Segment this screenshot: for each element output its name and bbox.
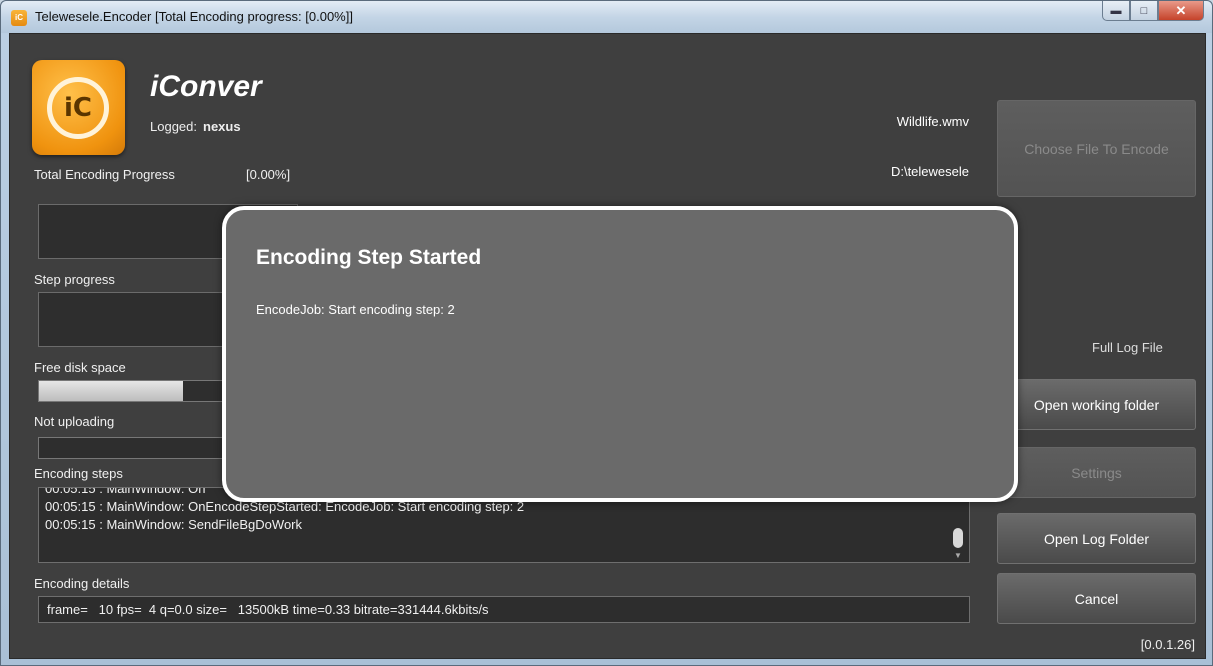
window-title: Telewesele.Encoder [Total Encoding progr… [35,9,353,24]
maximize-icon: □ [1140,4,1148,17]
dialog-title: Encoding Step Started [256,246,482,269]
disk-space-label: Free disk space [34,360,126,375]
app-name: iConver [150,70,262,103]
encoding-details-label: Encoding details [34,576,130,591]
file-name: Wildlife.wmv [896,114,969,129]
logged-user: Logged: nexus [150,119,241,134]
log-line: 00:05:15 : MainWindow: SendFileBgDoWork [45,517,302,532]
minimize-icon: ▬ [1110,4,1122,17]
logo-mark: iC [47,77,109,139]
version-label: [0.0.1.26] [1140,637,1195,652]
maximize-button[interactable]: □ [1130,1,1158,21]
settings-button[interactable]: Settings [997,447,1196,498]
notification-dialog[interactable]: Encoding Step Started EncodeJob: Start e… [222,206,1018,502]
title-bar[interactable]: iC Telewesele.Encoder [Total Encoding pr… [1,1,1212,33]
upload-status-label: Not uploading [34,414,115,429]
disk-space-fill [39,381,183,401]
dialog-message: EncodeJob: Start encoding step: 2 [256,302,455,317]
minimize-button[interactable]: ▬ [1102,1,1130,21]
step-progress-label: Step progress [34,272,115,287]
close-button[interactable]: ✕ [1158,1,1204,21]
close-icon: ✕ [1175,2,1187,18]
working-folder-path: D:\telewesele [890,164,969,179]
encoding-details-output: frame= 10 fps= 4 q=0.0 size= 13500kB tim… [38,596,970,623]
logged-label: Logged: [150,119,197,134]
full-log-link[interactable]: Full Log File [1092,340,1163,355]
choose-file-button[interactable]: Choose File To Encode [997,100,1196,197]
window-controls: ▬ □ ✕ [1102,1,1204,21]
open-working-folder-button[interactable]: Open working folder [997,379,1196,430]
scroll-down-icon[interactable]: ▼ [954,551,962,560]
cancel-button[interactable]: Cancel [997,573,1196,624]
app-icon: iC [11,10,27,26]
app-window: iC Telewesele.Encoder [Total Encoding pr… [0,0,1213,666]
encoding-steps-label: Encoding steps [34,466,123,481]
scrollbar-thumb[interactable] [953,528,963,548]
open-log-folder-button[interactable]: Open Log Folder [997,513,1196,564]
main-panel: iC iConver Logged: nexus Wildlife.wmv D:\… [9,33,1206,659]
total-progress-label: Total Encoding Progress [34,167,175,182]
total-progress-value: [0.00%] [246,167,291,182]
app-logo: iC [32,60,125,155]
logged-username: nexus [203,119,241,134]
